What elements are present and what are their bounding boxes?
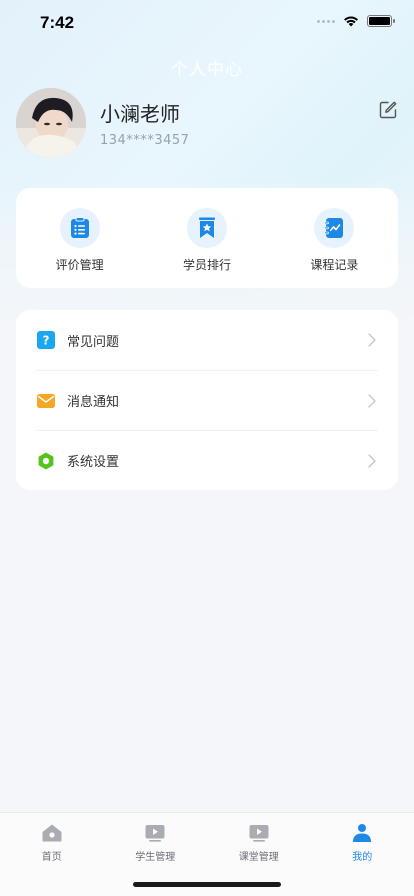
tab-label: 首页 bbox=[41, 852, 62, 863]
svg-text:?: ? bbox=[43, 334, 50, 348]
menu-item-label: 常见问题 bbox=[67, 334, 120, 350]
tab-label: 学生管理 bbox=[135, 852, 176, 863]
tab-home[interactable]: 首页 bbox=[0, 813, 104, 896]
quick-action-ranking[interactable]: 学员排行 bbox=[143, 188, 270, 288]
quick-action-label: 课程记录 bbox=[310, 258, 359, 272]
page-title: 个人中心 bbox=[171, 60, 243, 80]
menu-item-system-settings[interactable]: 系统设置 bbox=[36, 430, 378, 490]
chevron-right-icon bbox=[368, 394, 376, 408]
question-icon: ? bbox=[37, 331, 55, 349]
quick-action-label: 学员排行 bbox=[182, 258, 231, 272]
status-icons bbox=[317, 15, 395, 27]
user-name: 小澜老师 bbox=[100, 102, 180, 126]
quick-action-course-record[interactable]: 课程记录 bbox=[271, 188, 398, 288]
profile-section: 小澜老师 134****3457 bbox=[16, 88, 398, 160]
chevron-right-icon bbox=[368, 333, 376, 347]
menu-item-label: 消息通知 bbox=[67, 395, 120, 410]
video-icon bbox=[249, 825, 269, 842]
battery-icon bbox=[367, 15, 395, 27]
status-time: 7:42 bbox=[40, 13, 75, 32]
tab-label: 课堂管理 bbox=[238, 852, 279, 863]
tab-mine[interactable]: 我的 bbox=[311, 813, 414, 896]
tab-label: 我的 bbox=[352, 852, 373, 863]
chevron-right-icon bbox=[368, 454, 376, 468]
status-bar: 7:42 bbox=[0, 0, 414, 44]
signal-icon bbox=[317, 19, 335, 23]
list-icon bbox=[59, 208, 100, 248]
video-icon bbox=[145, 825, 165, 842]
menu-item-label: 系统设置 bbox=[67, 455, 120, 470]
user-phone: 134****3457 bbox=[100, 133, 190, 148]
quick-action-evaluation[interactable]: 评价管理 bbox=[16, 188, 143, 288]
menu-item-notifications[interactable]: 消息通知 bbox=[36, 370, 378, 430]
settings-hex-icon bbox=[38, 452, 54, 469]
home-icon bbox=[42, 824, 62, 842]
settings-menu-card: ? 常见问题 消息通知 系统设置 bbox=[16, 310, 398, 490]
chart-notebook-icon bbox=[314, 208, 355, 248]
quick-actions-card: 评价管理 学员排行 课程记录 bbox=[16, 188, 398, 288]
menu-item-faq[interactable]: ? 常见问题 bbox=[36, 310, 378, 370]
user-icon bbox=[353, 824, 372, 842]
home-indicator bbox=[133, 882, 281, 887]
wifi-icon bbox=[344, 16, 358, 27]
mail-icon bbox=[37, 393, 55, 408]
star-bookmark-icon bbox=[186, 208, 227, 248]
avatar[interactable] bbox=[16, 88, 86, 158]
edit-icon[interactable] bbox=[378, 100, 398, 120]
quick-action-label: 评价管理 bbox=[55, 258, 104, 272]
